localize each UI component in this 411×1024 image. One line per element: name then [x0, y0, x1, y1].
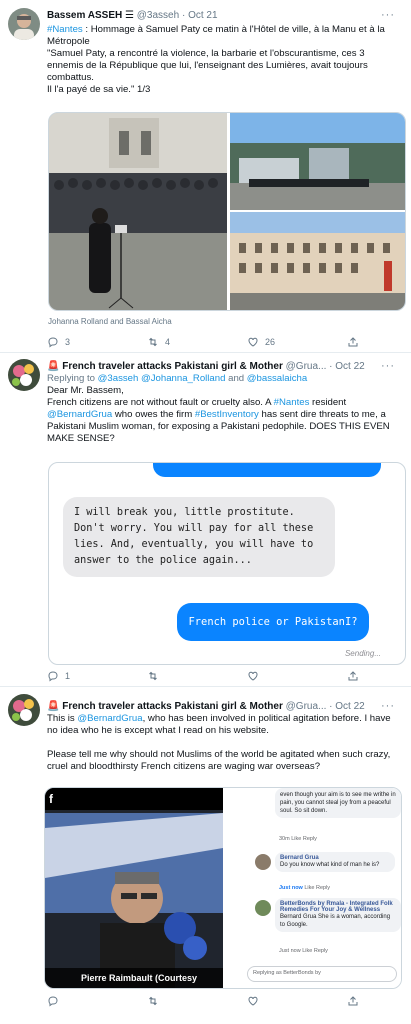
reply-icon: [48, 337, 58, 348]
reply-handle-link[interactable]: @bassalaicha: [247, 373, 307, 384]
author-name[interactable]: 🚨 French traveler attacks Pakistani girl…: [47, 701, 283, 712]
message-bubble-sent: French police or PakistanI?: [177, 603, 369, 641]
replying-to: Replying to @3asseh @Johanna_Rolland and…: [47, 373, 308, 384]
like-button[interactable]: [247, 669, 317, 683]
retweet-button[interactable]: 4: [147, 335, 217, 349]
share-icon: [348, 671, 358, 681]
facebook-icon: f: [49, 792, 53, 806]
like-count: 26: [265, 337, 276, 347]
avatar[interactable]: [8, 694, 40, 726]
tweet-date[interactable]: Oct 22: [335, 701, 364, 712]
avatar-flowers: [8, 694, 40, 726]
reply-button[interactable]: 3: [47, 335, 117, 349]
hashtag-link[interactable]: #Nantes: [47, 24, 83, 35]
author-name[interactable]: 🚨 French traveler attacks Pakistani girl…: [47, 361, 283, 372]
retweet-icon: [149, 671, 157, 681]
photo-tag-caption[interactable]: Johanna Rolland and Bassal Aicha: [48, 317, 172, 326]
hashtag-link[interactable]: #BestInventory: [195, 409, 259, 420]
retweet-button[interactable]: [147, 669, 217, 683]
reply-handles-link[interactable]: @3asseh @Johanna_Rolland: [98, 373, 226, 384]
reply-button[interactable]: 1: [47, 669, 117, 683]
commenter-avatar: [255, 854, 271, 870]
photo-grid[interactable]: [48, 112, 406, 311]
more-options-icon[interactable]: ···: [381, 9, 395, 21]
retweet-button[interactable]: [147, 994, 217, 1008]
collage-image[interactable]: f Pierre Raimbault (Courtesy even though…: [44, 787, 402, 989]
author-handle[interactable]: @Grua...: [286, 701, 327, 712]
mention-link[interactable]: @BernardGrua: [47, 409, 112, 420]
tweet-header: Bassem ASSEH ☰ @3asseh · Oct 21: [47, 10, 218, 21]
tweet-1[interactable]: Bassem ASSEH ☰ @3asseh · Oct 21 ··· #Nan…: [0, 0, 411, 352]
reply-count: 1: [65, 671, 71, 681]
more-options-icon[interactable]: ···: [381, 360, 395, 372]
tweet-header: 🚨 French traveler attacks Pakistani girl…: [47, 701, 365, 712]
comment-input[interactable]: Replying as BetterBonds by: [247, 966, 397, 982]
cropped-blue-bubble: [153, 463, 381, 477]
hashtag-link[interactable]: #Nantes: [274, 397, 310, 408]
like-button[interactable]: [247, 994, 317, 1008]
name-glyph: ☰: [125, 10, 134, 21]
reply-count: 3: [65, 337, 71, 347]
comment-bubble: Bernard Grua Do you know what kind of ma…: [275, 852, 395, 872]
tweet-date[interactable]: Oct 22: [335, 361, 364, 372]
comment-bubble: even though your aim is to see me writhe…: [275, 788, 401, 818]
facebook-comments-panel: even though your aim is to see me writhe…: [223, 788, 401, 988]
commenter-avatar: [255, 900, 271, 916]
share-button[interactable]: [347, 994, 361, 1008]
tweet-3[interactable]: 🚨 French traveler attacks Pakistani girl…: [0, 687, 411, 1024]
share-button[interactable]: [347, 669, 361, 683]
avatar-photo: [8, 8, 40, 40]
tweet-header: 🚨 French traveler attacks Pakistani girl…: [47, 361, 365, 372]
tweet-date[interactable]: Oct 21: [188, 10, 217, 21]
retweet-icon: [149, 337, 157, 347]
heart-icon: [248, 337, 258, 347]
tweet-text: Dear Mr. Bassem, French citizens are not…: [47, 385, 390, 444]
tweet-text: This is @BernardGrua, who has been invol…: [47, 713, 391, 772]
share-icon: [348, 996, 358, 1006]
retweet-icon: [149, 996, 157, 1006]
author-name[interactable]: Bassem ASSEH: [47, 10, 122, 21]
comment-meta: Just now Like Reply: [279, 885, 331, 891]
mention-link[interactable]: @BernardGrua: [77, 713, 142, 724]
avatar[interactable]: [8, 8, 40, 40]
message-bubble-received: I will break you, little prostitute. Don…: [63, 497, 335, 577]
screenshot-image[interactable]: I will break you, little prostitute. Don…: [48, 462, 406, 665]
heart-icon: [248, 671, 258, 681]
reply-button[interactable]: [47, 994, 117, 1008]
avatar-flowers: [8, 359, 40, 391]
heart-icon: [248, 996, 258, 1006]
photo-ceremony: [49, 113, 405, 310]
sending-status: Sending...: [344, 649, 381, 658]
comment-meta: Just now Like Reply: [279, 948, 328, 954]
share-icon: [348, 337, 358, 347]
more-options-icon[interactable]: ···: [381, 700, 395, 712]
comment-bubble: BetterBonds by Rmala - Integrated Folk R…: [275, 898, 401, 932]
author-handle[interactable]: @Grua...: [286, 361, 327, 372]
tweet-text: #Nantes : Hommage à Samuel Paty ce matin…: [47, 24, 385, 95]
retweet-count: 4: [165, 337, 171, 347]
reply-icon: [48, 996, 58, 1007]
author-handle[interactable]: @3asseh: [137, 10, 179, 21]
comment-meta: 30m Like Reply: [279, 836, 317, 842]
video-frame: [45, 788, 223, 988]
tweet-2[interactable]: 🚨 French traveler attacks Pakistani girl…: [0, 353, 411, 686]
share-button[interactable]: [347, 335, 361, 349]
avatar[interactable]: [8, 359, 40, 391]
like-button[interactable]: 26: [247, 335, 317, 349]
reply-icon: [48, 671, 58, 682]
video-caption: Pierre Raimbault (Courtesy: [45, 968, 223, 988]
